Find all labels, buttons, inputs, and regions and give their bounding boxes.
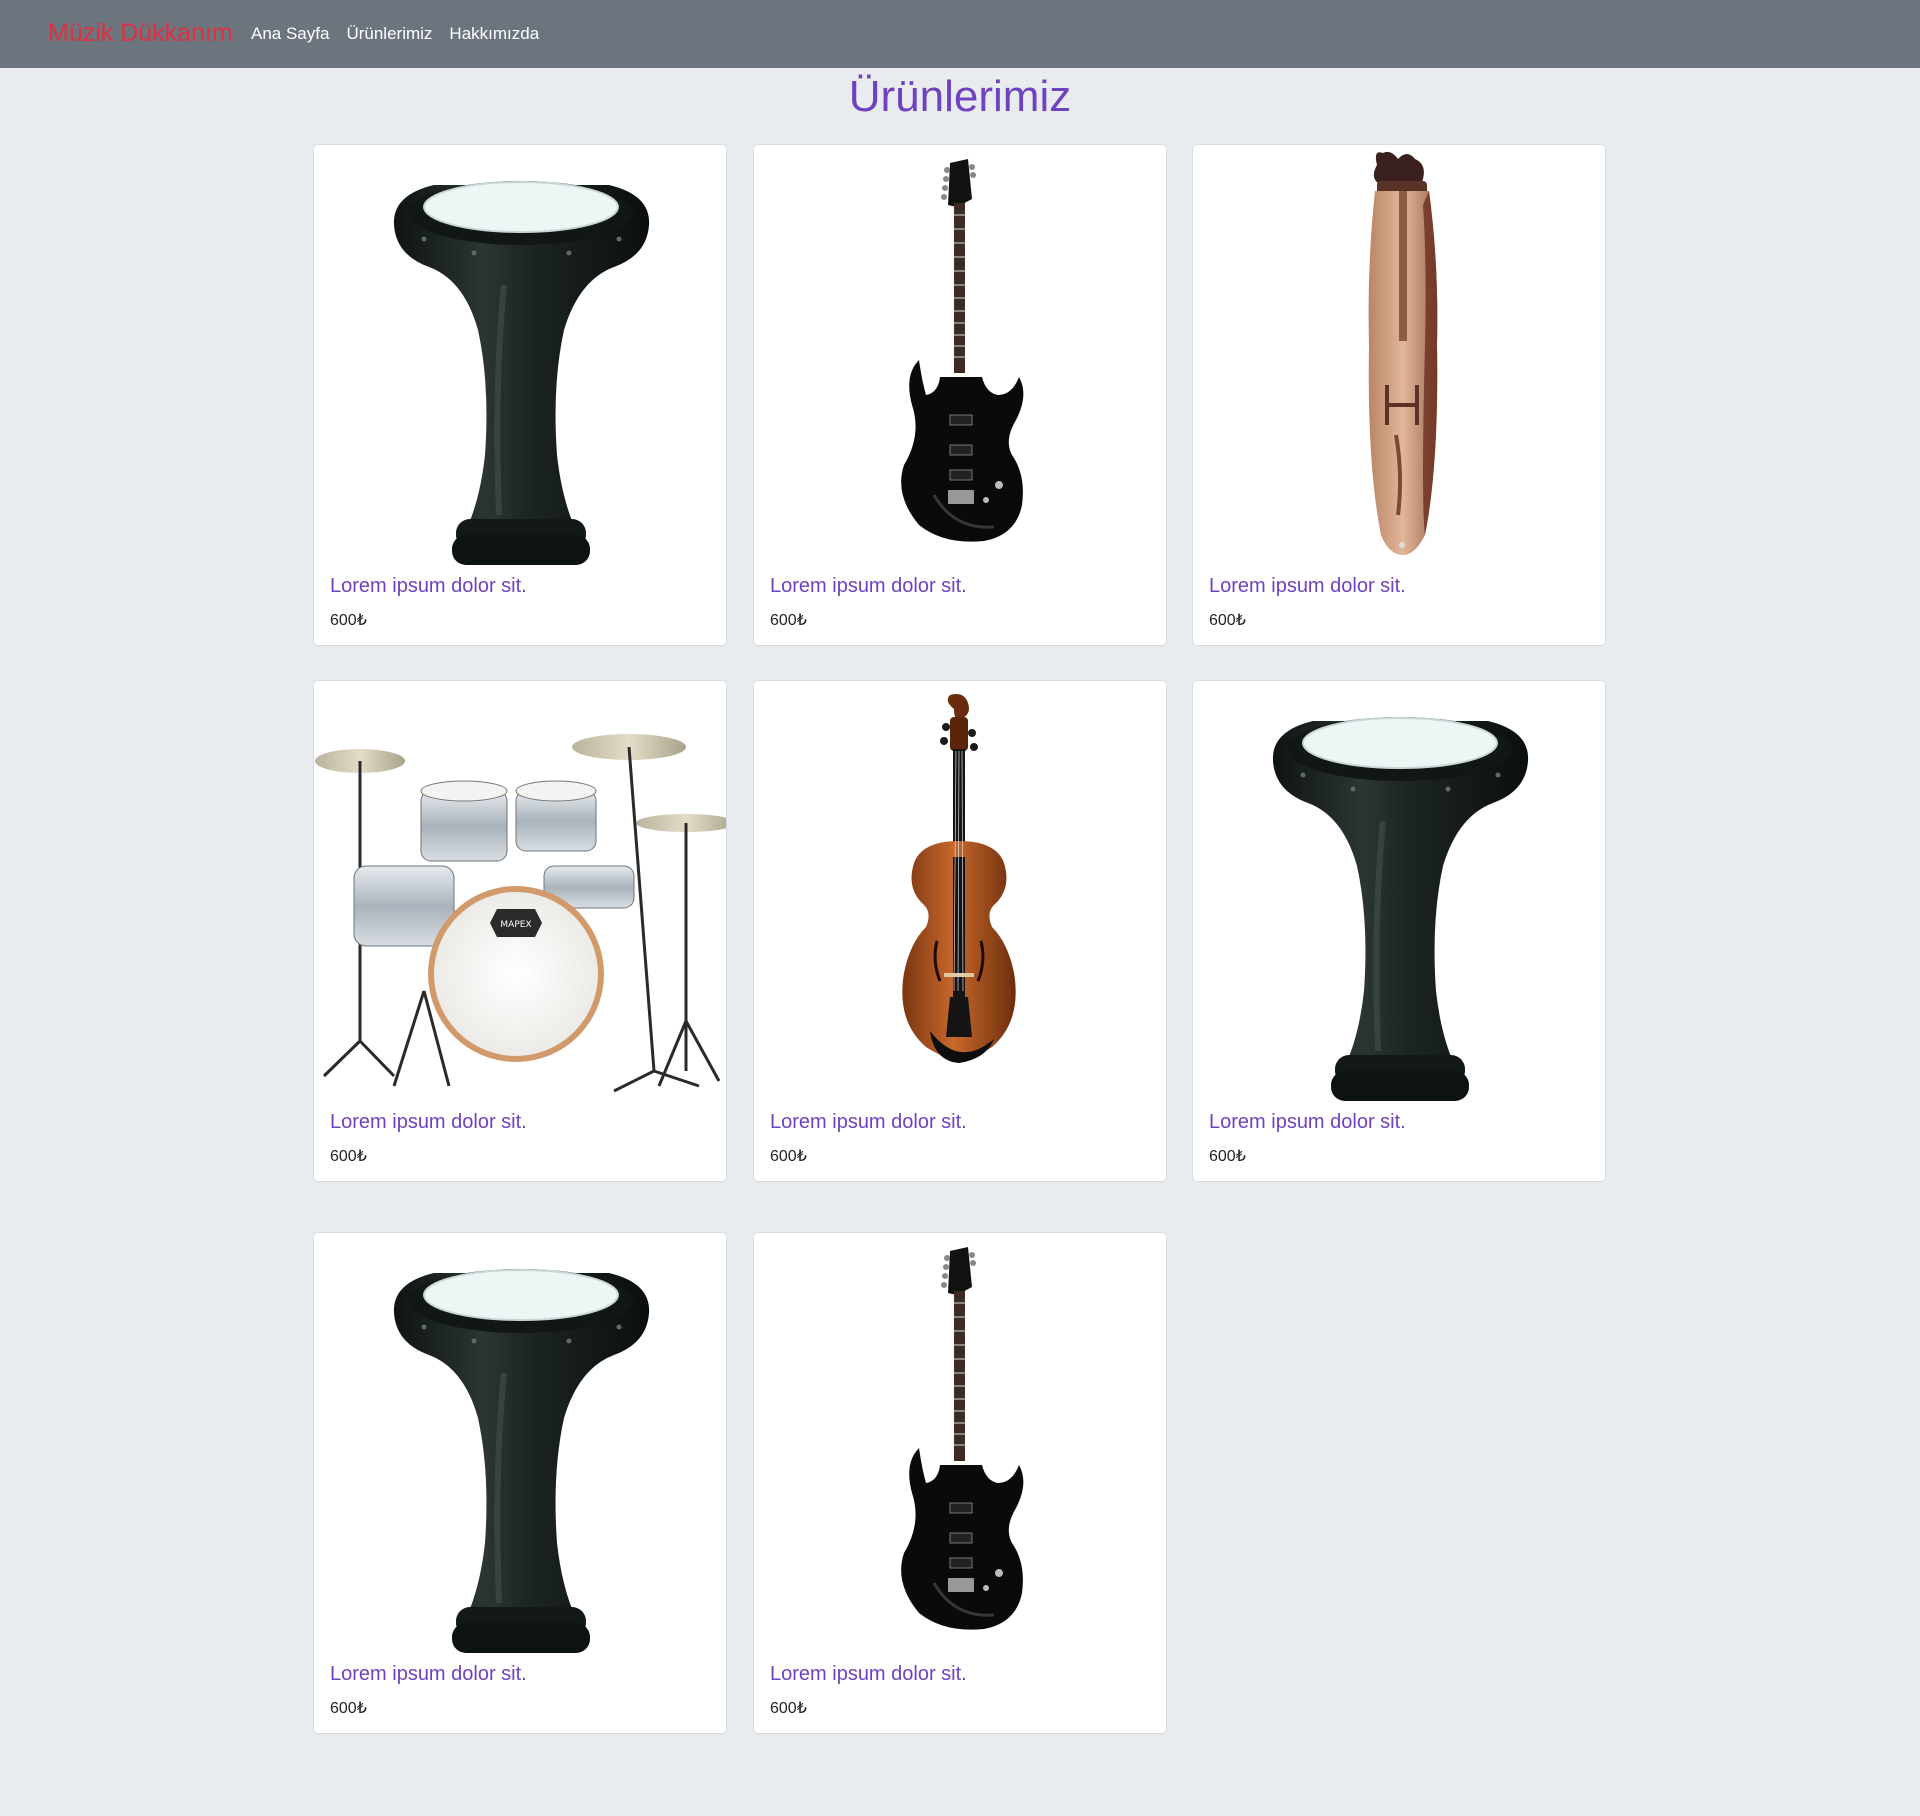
product-title: Lorem ipsum dolor sit. bbox=[330, 1111, 527, 1133]
product-price: 600₺ bbox=[330, 1148, 367, 1165]
product-title: Lorem ipsum dolor sit. bbox=[330, 1663, 527, 1685]
product-card[interactable]: Lorem ipsum dolor sit. 600₺ bbox=[313, 1232, 727, 1734]
product-card[interactable]: Lorem ipsum dolor sit. 600₺ bbox=[1192, 144, 1606, 646]
product-title: Lorem ipsum dolor sit. bbox=[770, 1111, 967, 1133]
product-card[interactable]: Lorem ipsum dolor sit. 600₺ bbox=[1192, 680, 1606, 1182]
violin-icon bbox=[900, 692, 1018, 1065]
product-price: 600₺ bbox=[770, 1700, 807, 1717]
nav-link-about[interactable]: Hakkımızda bbox=[449, 24, 539, 44]
product-title: Lorem ipsum dolor sit. bbox=[330, 575, 527, 597]
product-price: 600₺ bbox=[1209, 1148, 1246, 1165]
product-price: 600₺ bbox=[770, 612, 807, 629]
page-title: Ürünlerimiz bbox=[848, 72, 1072, 121]
electric-guitar-icon bbox=[899, 1245, 1025, 1632]
brand-link[interactable]: Müzik Dükkanım bbox=[48, 19, 233, 48]
product-price: 600₺ bbox=[1209, 612, 1246, 629]
darbuka-icon bbox=[314, 1233, 727, 1653]
product-card[interactable]: Lorem ipsum dolor sit. 600₺ bbox=[753, 680, 1167, 1182]
darbuka-icon bbox=[1193, 681, 1606, 1101]
product-title: Lorem ipsum dolor sit. bbox=[770, 1663, 967, 1685]
electric-guitar-icon bbox=[899, 157, 1025, 544]
product-title: Lorem ipsum dolor sit. bbox=[1209, 575, 1406, 597]
nav-link-products[interactable]: Ürünlerimiz bbox=[346, 24, 432, 44]
product-card[interactable]: Lorem ipsum dolor sit. 600₺ bbox=[753, 144, 1167, 646]
nav-link-home[interactable]: Ana Sayfa bbox=[251, 24, 329, 44]
product-price: 600₺ bbox=[330, 1700, 367, 1717]
navbar: Müzik Dükkanım Ana Sayfa Ürünlerimiz Hak… bbox=[0, 0, 1920, 68]
product-price: 600₺ bbox=[770, 1148, 807, 1165]
product-title: Lorem ipsum dolor sit. bbox=[770, 575, 967, 597]
product-card[interactable]: Lorem ipsum dolor sit. 600₺ bbox=[753, 1232, 1167, 1734]
nav-links: Ana Sayfa Ürünlerimiz Hakkımızda bbox=[251, 24, 539, 44]
product-card[interactable]: Lorem ipsum dolor sit. 600₺ bbox=[313, 680, 727, 1182]
product-card[interactable]: Lorem ipsum dolor sit. 600₺ bbox=[313, 144, 727, 646]
darbuka-icon bbox=[314, 145, 727, 565]
product-title: Lorem ipsum dolor sit. bbox=[1209, 1111, 1406, 1133]
kemence-icon bbox=[1366, 149, 1440, 557]
product-price: 600₺ bbox=[330, 612, 367, 629]
drum-kit-icon bbox=[314, 732, 726, 1093]
